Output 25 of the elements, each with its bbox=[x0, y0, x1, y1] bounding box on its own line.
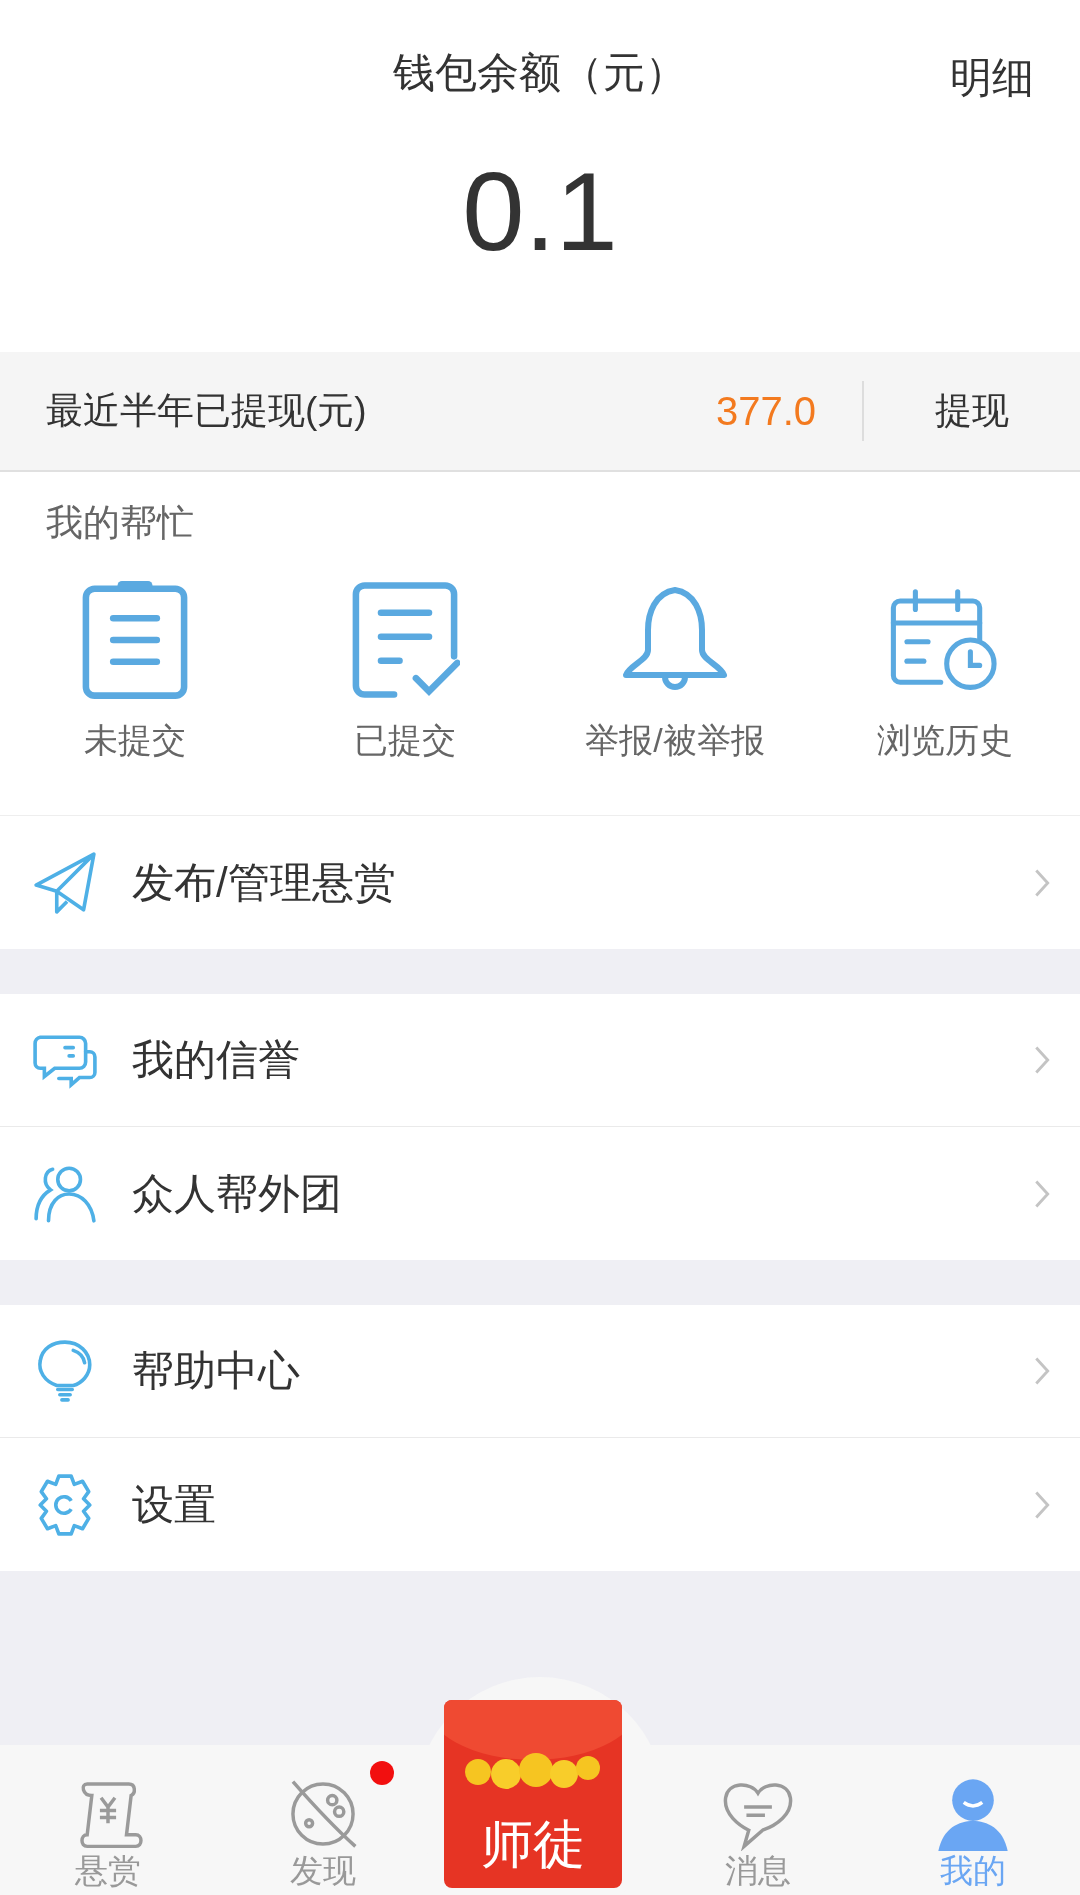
wallet-title: 钱包余额（元） bbox=[393, 48, 687, 98]
document-check-icon bbox=[350, 580, 460, 700]
menu-row[interactable]: 众人帮外团 bbox=[0, 1127, 1080, 1260]
shortcut-item[interactable]: 举报/被举报 bbox=[540, 580, 810, 764]
menu-row[interactable]: 设置 bbox=[0, 1438, 1080, 1571]
chevron-right-icon bbox=[1034, 1045, 1050, 1075]
chevron-right-icon bbox=[1034, 1178, 1050, 1209]
withdrawn-amount: 377.0 bbox=[715, 381, 864, 441]
section-title: 我的帮忙 bbox=[45, 501, 195, 545]
paper-plane-icon bbox=[32, 849, 98, 916]
menu-row[interactable]: 发布/管理悬赏 bbox=[0, 816, 1080, 949]
user-icon bbox=[935, 1776, 1010, 1851]
chevron-right-icon bbox=[1034, 1489, 1050, 1520]
shortcut-item[interactable]: 浏览历史 bbox=[810, 580, 1080, 764]
chevron-right-icon bbox=[1034, 867, 1050, 898]
withdraw-button[interactable]: 提现 bbox=[864, 386, 1080, 436]
shortcut-item[interactable]: 未提交 bbox=[0, 580, 270, 764]
balance-amount: 0.1 bbox=[461, 156, 619, 268]
shortcut-item[interactable]: 已提交 bbox=[270, 580, 540, 764]
menu-row[interactable]: 我的信誉 bbox=[0, 994, 1080, 1127]
withdrawn-label: 最近半年已提现(元) bbox=[46, 389, 368, 433]
chevron-right-icon bbox=[1034, 1356, 1050, 1386]
detail-link[interactable]: 明细 bbox=[950, 50, 1034, 106]
menu-row[interactable]: 帮助中心 bbox=[0, 1305, 1080, 1438]
clipboard-icon bbox=[80, 580, 190, 700]
